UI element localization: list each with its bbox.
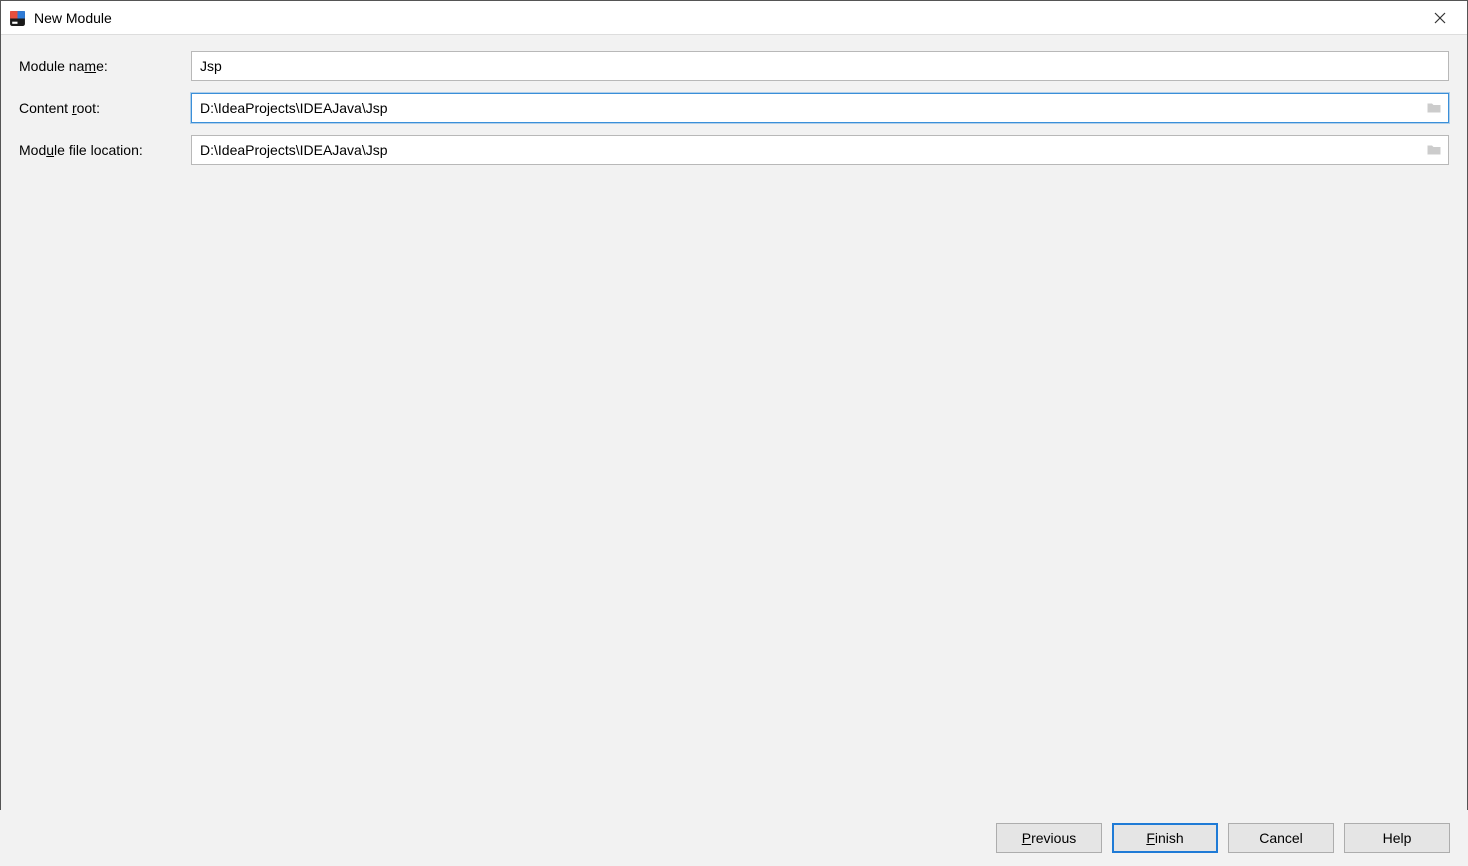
content-root-label: Content root:: [19, 100, 191, 116]
app-icon: [9, 10, 26, 27]
form-content: Module name: Content root: Module file l…: [1, 35, 1467, 809]
cancel-button[interactable]: Cancel: [1228, 823, 1334, 853]
module-file-location-input[interactable]: [192, 136, 1420, 164]
module-name-input[interactable]: [191, 51, 1449, 81]
title-bar: New Module: [1, 1, 1467, 35]
folder-icon: [1426, 100, 1442, 116]
close-button[interactable]: [1417, 2, 1463, 34]
window-title: New Module: [34, 10, 112, 26]
finish-button[interactable]: Finish: [1112, 823, 1218, 853]
previous-button[interactable]: Previous: [996, 823, 1102, 853]
module-file-location-browse-button[interactable]: [1420, 136, 1448, 164]
dialog-footer: Previous Finish Cancel Help: [0, 810, 1468, 866]
module-file-location-label: Module file location:: [19, 142, 191, 158]
module-file-location-row: Module file location:: [19, 135, 1449, 165]
module-name-label: Module name:: [19, 58, 191, 74]
content-root-browse-button[interactable]: [1420, 94, 1448, 122]
close-icon: [1434, 12, 1446, 24]
help-button[interactable]: Help: [1344, 823, 1450, 853]
folder-icon: [1426, 142, 1442, 158]
module-name-row: Module name:: [19, 51, 1449, 81]
content-root-input[interactable]: [192, 94, 1420, 122]
content-root-row: Content root:: [19, 93, 1449, 123]
